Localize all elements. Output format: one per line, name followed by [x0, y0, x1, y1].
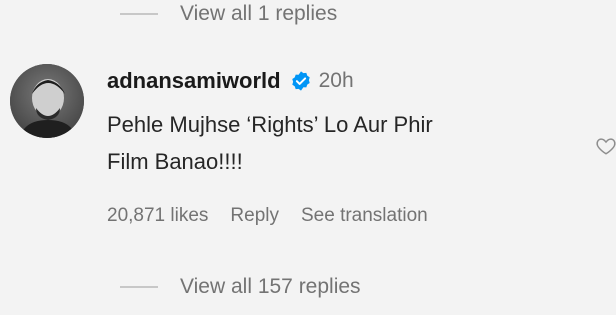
view-replies-top[interactable]: View all 1 replies [120, 2, 337, 26]
comment-actions: 20,871 likes Reply See translation [107, 205, 450, 227]
view-replies-bottom[interactable]: View all 157 replies [120, 275, 361, 299]
comment-thread: View all 1 replies adnansamiworld 20h Pe… [0, 0, 616, 315]
view-replies-bottom-label: View all 157 replies [180, 275, 361, 298]
username-link[interactable]: adnansamiworld [107, 68, 281, 94]
heart-icon[interactable] [595, 135, 616, 157]
comment-timestamp: 20h [318, 69, 354, 92]
comment-body: Pehle Mujhse ‘Rights’ Lo Aur Phir Film B… [107, 106, 567, 180]
comment-text-line: Pehle Mujhse ‘Rights’ Lo Aur Phir [107, 112, 433, 137]
likes-count[interactable]: 20,871 likes [107, 205, 208, 227]
verified-badge-icon [290, 70, 312, 92]
reply-button[interactable]: Reply [230, 205, 279, 227]
avatar-image [10, 64, 84, 138]
see-translation-button[interactable]: See translation [301, 205, 428, 227]
comment-text-line: Film Banao!!!! [107, 149, 243, 174]
comment-header: adnansamiworld 20h [107, 68, 354, 94]
view-replies-top-label: View all 1 replies [180, 2, 338, 25]
replies-divider-line [120, 13, 158, 15]
replies-divider-line [120, 286, 158, 288]
avatar[interactable] [10, 64, 84, 138]
